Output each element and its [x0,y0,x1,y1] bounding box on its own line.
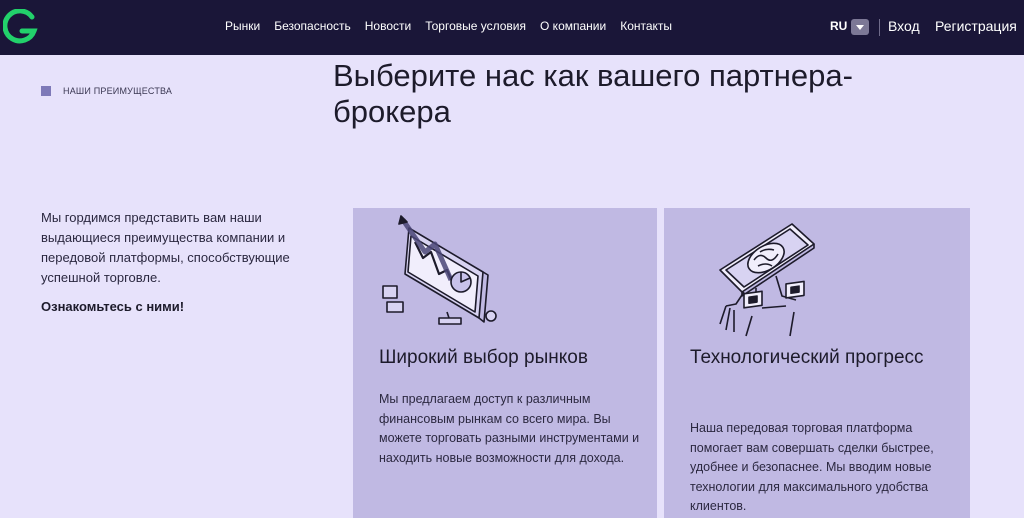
section-marker-square [41,86,51,96]
nav-item-security[interactable]: Безопасность [274,19,351,33]
nav-item-news[interactable]: Новости [365,19,411,33]
main-nav: Рынки Безопасность Новости Торговые усло… [225,19,686,33]
page-title: Выберите нас как вашего партнера-брокера [333,58,853,129]
language-dropdown-button[interactable] [851,19,869,35]
phone-brain-chip-icon [719,223,815,337]
register-link[interactable]: Регистрация [935,18,1017,34]
trading-monitor-icon [382,215,497,325]
nav-item-trading-conditions[interactable]: Торговые условия [425,19,526,33]
card-title: Технологический прогресс [690,347,924,368]
learn-more-link[interactable]: Ознакомьтесь с ними! [41,299,184,314]
section-label: НАШИ ПРЕИМУЩЕСТВА [63,86,173,96]
intro-text: Мы гордимся представить вам наши выдающи… [41,210,290,285]
feature-card-technology: Технологический прогресс Наша передовая … [664,208,970,518]
logo-icon[interactable] [3,9,39,45]
card-text: Наша передовая торговая платформа помога… [690,421,934,513]
nav-item-contacts[interactable]: Контакты [620,19,672,33]
nav-item-about[interactable]: О компании [540,19,606,33]
language-selector-label[interactable]: RU [830,19,847,33]
card-text: Мы предлагаем доступ к различным финансо… [379,392,640,465]
nav-item-markets[interactable]: Рынки [225,19,260,33]
card-title: Широкий выбор рынков [379,347,588,368]
login-link[interactable]: Вход [888,18,920,34]
top-navigation-bar: Рынки Безопасность Новости Торговые усло… [0,0,1024,55]
header-divider [879,19,880,36]
feature-card-markets: Широкий выбор рынков Мы предлагаем досту… [353,208,657,518]
chevron-down-icon [856,24,864,30]
